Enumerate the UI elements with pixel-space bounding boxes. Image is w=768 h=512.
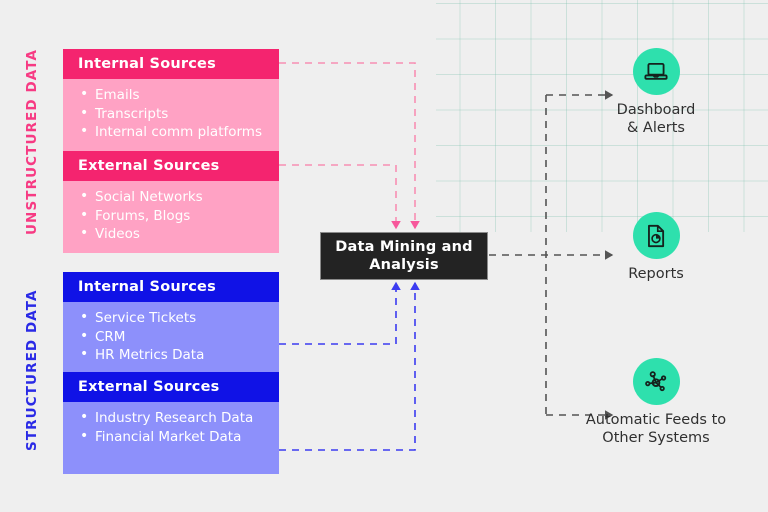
source-card-body: Industry Research Data Financial Market …: [63, 402, 279, 474]
output-node-reports[interactable]: Reports: [566, 212, 746, 283]
source-item-list: Service Tickets CRM HR Metrics Data: [63, 308, 279, 365]
source-card-structured-external[interactable]: External Sources Industry Research Data …: [63, 372, 279, 474]
output-line-1: Reports: [628, 266, 684, 282]
output-node-automatic-feeds[interactable]: Automatic Feeds to Other Systems: [566, 358, 746, 447]
wire-structured-external: [279, 281, 420, 451]
source-card-title: Internal Sources: [63, 272, 279, 302]
source-item-list: Emails Transcripts Internal comm platfor…: [63, 85, 279, 142]
list-item: Videos: [80, 224, 279, 244]
wire-unstructured-internal: [279, 62, 420, 230]
list-item: HR Metrics Data: [80, 345, 279, 365]
output-node-label: Dashboard & Alerts: [566, 101, 746, 137]
center-process-label: Data Mining and Analysis: [335, 238, 473, 274]
source-card-unstructured-internal[interactable]: Internal Sources Emails Transcripts Inte…: [63, 49, 279, 151]
report-document-icon: [648, 224, 665, 247]
output-line-2: Other Systems: [602, 430, 710, 446]
wire-structured-internal: [279, 281, 401, 345]
output-node-label: Reports: [566, 265, 746, 283]
wire-unstructured-external: [279, 164, 401, 230]
output-icon-circle: [632, 212, 680, 259]
output-node-dashboard[interactable]: Dashboard & Alerts: [566, 48, 746, 137]
list-item: Service Tickets: [80, 308, 279, 328]
source-card-body: Social Networks Forums, Blogs Videos: [63, 181, 279, 253]
category-label-unstructured: UNSTRUCTURED DATA: [24, 48, 40, 236]
list-item: Forums, Blogs: [80, 206, 279, 226]
source-card-unstructured-external[interactable]: External Sources Social Networks Forums,…: [63, 151, 279, 253]
center-process-node[interactable]: Data Mining and Analysis: [320, 232, 488, 280]
source-item-list: Industry Research Data Financial Market …: [63, 408, 279, 447]
source-card-title: External Sources: [63, 151, 279, 181]
list-item: Industry Research Data: [80, 408, 279, 428]
output-line-2: & Alerts: [627, 120, 685, 136]
list-item: Emails: [80, 85, 279, 105]
list-item: Financial Market Data: [80, 427, 279, 447]
output-icon-circle: [632, 48, 680, 95]
list-item: CRM: [80, 327, 279, 347]
output-icon-circle: [632, 358, 680, 405]
list-item: Transcripts: [80, 104, 279, 124]
network-nodes-icon: [645, 370, 667, 391]
output-line-1: Dashboard: [616, 102, 696, 118]
diagram-canvas: UNSTRUCTURED DATA STRUCTURED DATA Intern…: [0, 0, 768, 512]
source-card-title: External Sources: [63, 372, 279, 402]
list-item: Social Networks: [80, 187, 279, 207]
center-line-1: Data Mining and: [335, 239, 473, 255]
category-label-structured: STRUCTURED DATA: [24, 289, 40, 451]
center-line-2: Analysis: [369, 257, 439, 273]
output-line-1: Automatic Feeds to: [585, 412, 727, 428]
source-card-body: Emails Transcripts Internal comm platfor…: [63, 79, 279, 151]
source-card-title: Internal Sources: [63, 49, 279, 79]
list-item: Internal comm platforms: [80, 122, 279, 142]
laptop-icon: [644, 62, 668, 80]
source-item-list: Social Networks Forums, Blogs Videos: [63, 187, 279, 244]
output-node-label: Automatic Feeds to Other Systems: [566, 411, 746, 447]
source-card-structured-internal[interactable]: Internal Sources Service Tickets CRM HR …: [63, 272, 279, 374]
source-card-body: Service Tickets CRM HR Metrics Data: [63, 302, 279, 374]
